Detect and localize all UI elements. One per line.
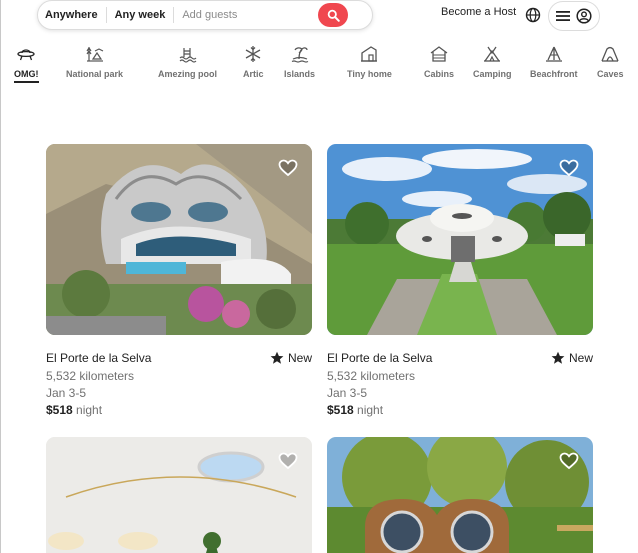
category-national-park[interactable]: National park xyxy=(66,45,123,79)
listing-photo[interactable] xyxy=(327,437,593,553)
tent-icon xyxy=(484,46,501,62)
search-icon xyxy=(327,9,340,22)
search-bar[interactable]: Anywhere Any week Add guests xyxy=(37,0,373,30)
category-amazing-pool[interactable]: Amezing pool xyxy=(158,45,217,79)
ufo-house-photo xyxy=(327,144,593,335)
pool-icon xyxy=(179,48,196,63)
category-caves[interactable]: Caves xyxy=(597,45,624,79)
cabin-icon xyxy=(430,46,448,62)
category-label: Cabins xyxy=(424,69,455,79)
any-week-button[interactable]: Any week xyxy=(107,1,174,29)
category-label: Amezing pool xyxy=(158,69,217,79)
category-label: OMG! xyxy=(14,69,39,83)
category-label: Tiny home xyxy=(347,69,392,79)
pod-house-photo xyxy=(327,437,593,553)
price-unit: night xyxy=(357,403,384,417)
star-icon xyxy=(270,351,284,364)
heart-icon[interactable] xyxy=(559,451,579,471)
search-button[interactable] xyxy=(318,3,348,27)
rating-text: New xyxy=(287,351,312,365)
ufo-icon xyxy=(17,49,35,61)
listing-distance: 5,532 kilometers xyxy=(46,369,135,383)
dome-interior-photo xyxy=(46,437,312,553)
listing-card[interactable]: El Porte de la Selva New 5,532 kilometer… xyxy=(46,144,312,417)
active-underline xyxy=(14,81,39,83)
snowflake-icon xyxy=(245,46,261,62)
anywhere-button[interactable]: Anywhere xyxy=(38,1,106,29)
tiny-home-icon xyxy=(361,46,378,62)
heart-icon[interactable] xyxy=(559,158,579,178)
listing-card[interactable] xyxy=(327,437,593,553)
user-avatar-icon xyxy=(576,8,592,24)
become-host-link[interactable]: Become a Host xyxy=(441,6,516,18)
listing-card[interactable]: El Porte de la Selva New 5,532 kilometer… xyxy=(327,144,593,417)
island-icon xyxy=(291,47,308,63)
category-omg[interactable]: OMG! xyxy=(14,45,39,83)
language-button[interactable] xyxy=(524,6,542,24)
category-artic[interactable]: Artic xyxy=(243,45,264,79)
park-icon xyxy=(86,46,103,62)
category-tiny-home[interactable]: Tiny home xyxy=(347,45,392,79)
category-label: Camping xyxy=(473,69,512,79)
category-label: Artic xyxy=(243,69,264,79)
heart-icon[interactable] xyxy=(278,158,298,178)
hamburger-icon xyxy=(555,11,570,21)
user-menu-button[interactable] xyxy=(548,1,600,31)
category-label: Beachfront xyxy=(530,69,578,79)
rating-text: New xyxy=(568,351,593,365)
listing-photo[interactable] xyxy=(46,144,312,335)
listing-price: $518 night xyxy=(46,403,312,417)
listing-photo[interactable] xyxy=(327,144,593,335)
listing-title: El Porte de la Selva xyxy=(46,351,152,365)
globe-icon xyxy=(525,7,541,23)
left-border xyxy=(0,0,1,553)
house-photo xyxy=(46,144,312,335)
category-label: Caves xyxy=(597,69,624,79)
heart-icon[interactable] xyxy=(278,451,298,471)
star-icon xyxy=(551,351,565,364)
price-amount: $518 xyxy=(327,403,354,417)
listing-distance: 5,532 kilometers xyxy=(327,369,416,383)
category-label: Islands xyxy=(284,69,316,79)
listing-photo[interactable] xyxy=(46,437,312,553)
listing-card[interactable] xyxy=(46,437,312,553)
listing-rating: New xyxy=(270,351,312,365)
price-amount: $518 xyxy=(46,403,73,417)
cave-icon xyxy=(601,46,619,62)
listing-dates: Jan 3-5 xyxy=(327,386,368,400)
listing-price: $518 night xyxy=(327,403,593,417)
price-unit: night xyxy=(76,403,103,417)
category-cabins[interactable]: Cabins xyxy=(424,45,454,79)
listing-rating: New xyxy=(551,351,593,365)
listing-title: El Porte de la Selva xyxy=(327,351,433,365)
listing-dates: Jan 3-5 xyxy=(46,386,87,400)
category-beachfront[interactable]: Beachfront xyxy=(530,45,578,79)
category-label: National park xyxy=(66,69,124,79)
beach-icon xyxy=(545,46,562,62)
category-islands[interactable]: Islands xyxy=(284,45,315,79)
category-camping[interactable]: Camping xyxy=(473,45,512,79)
